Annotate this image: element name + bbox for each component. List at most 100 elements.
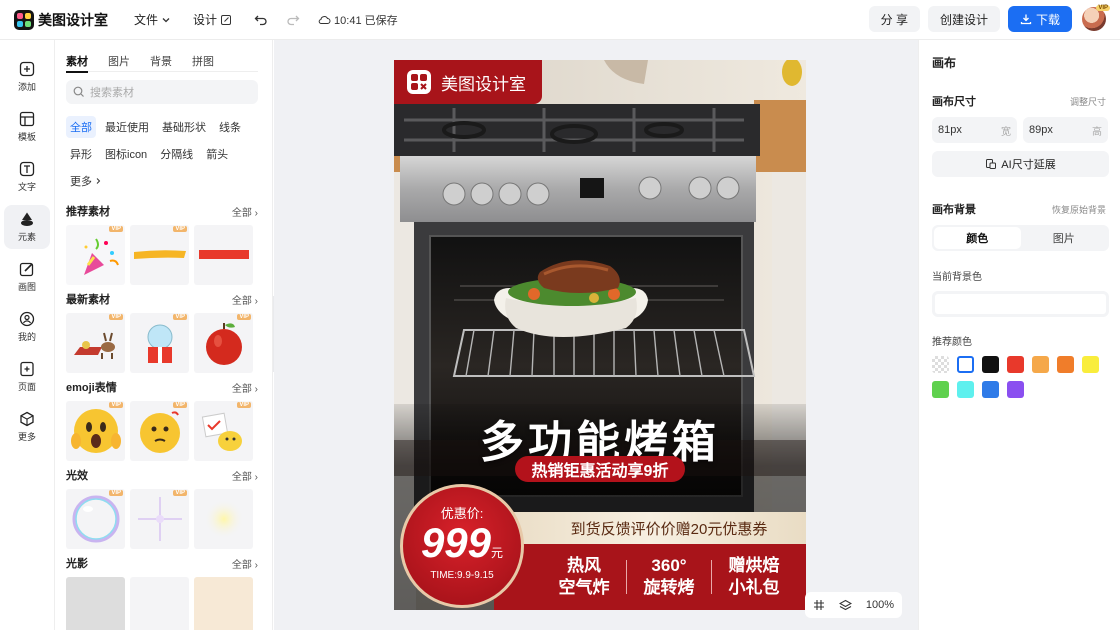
color-swatch[interactable]: [1057, 356, 1074, 373]
nav-templates[interactable]: 模板: [0, 102, 54, 152]
nav-text-label: 文字: [17, 182, 36, 192]
material-thumb[interactable]: [194, 577, 253, 630]
material-thumb[interactable]: VIP: [130, 489, 189, 549]
tab-materials[interactable]: 素材: [66, 53, 88, 73]
color-swatch[interactable]: [957, 356, 974, 373]
feedback-banner[interactable]: 到货反馈评价价赠20元优惠券: [494, 512, 806, 544]
bg-image-tab[interactable]: 图片: [1021, 227, 1108, 249]
undo-icon[interactable]: [254, 13, 268, 27]
width-field[interactable]: 81px 宽: [932, 117, 1017, 143]
see-all-link[interactable]: 全部 ›: [232, 556, 258, 571]
shapes-icon: [21, 212, 33, 226]
color-swatch[interactable]: [1007, 356, 1024, 373]
nav-pages[interactable]: 页面: [0, 352, 54, 402]
material-thumb[interactable]: VIP: [66, 401, 125, 461]
height-field[interactable]: 89px 高: [1023, 117, 1108, 143]
create-design-button[interactable]: 创建设计: [927, 6, 1000, 32]
adjust-size-link[interactable]: 调整尺寸: [1070, 95, 1106, 108]
chip-more[interactable]: 更多: [66, 170, 106, 192]
material-thumb[interactable]: [194, 225, 253, 285]
material-thumb[interactable]: VIP: [66, 225, 125, 285]
material-thumb[interactable]: VIP: [66, 313, 125, 373]
material-thumb[interactable]: VIP: [194, 313, 253, 373]
user-icon: [19, 311, 35, 327]
app-logo[interactable]: 美图设计室: [14, 9, 108, 30]
sparkle-icon: [138, 497, 182, 541]
design-menu[interactable]: 设计: [193, 11, 232, 28]
material-thumb[interactable]: [194, 489, 253, 549]
feature-line1: 360°: [651, 556, 687, 575]
material-thumb[interactable]: VIP: [66, 489, 125, 549]
zoom-level[interactable]: 100%: [866, 599, 894, 611]
poster-brand-badge[interactable]: 美图设计室: [394, 60, 542, 104]
color-swatch[interactable]: [982, 356, 999, 373]
layers-icon[interactable]: [838, 599, 852, 612]
chip-irregular[interactable]: 异形: [66, 143, 96, 165]
feature-line2: 旋转烤: [643, 578, 695, 597]
bg-color-tab[interactable]: 颜色: [934, 227, 1021, 249]
avatar[interactable]: VIP: [1082, 5, 1110, 31]
chip-icons[interactable]: 图标icon: [101, 143, 151, 165]
feature-hot-air[interactable]: 热风 空气炸: [542, 555, 626, 599]
file-menu[interactable]: 文件: [134, 11, 171, 28]
see-all-link[interactable]: 全部 ›: [232, 380, 258, 395]
transparent-swatch[interactable]: [932, 356, 949, 373]
chip-lines[interactable]: 线条: [215, 116, 245, 138]
download-button[interactable]: 下载: [1007, 6, 1072, 32]
download-icon: [1020, 14, 1032, 25]
color-swatch[interactable]: [1007, 381, 1024, 398]
panel-title: 画布: [932, 56, 957, 70]
chip-dividers[interactable]: 分隔线: [156, 143, 197, 165]
material-thumb[interactable]: VIP: [130, 401, 189, 461]
thinking-emoji-icon: [140, 411, 180, 453]
see-all-link[interactable]: 全部 ›: [232, 468, 258, 483]
tab-backgrounds[interactable]: 背景: [150, 53, 172, 72]
width-value: 81px: [938, 124, 962, 136]
see-all-link[interactable]: 全部 ›: [232, 204, 258, 219]
poster-canvas[interactable]: 美图设计室 多功能烤箱 热销钜惠活动享9折 到货反馈评价价赠20元优惠券 热风 …: [394, 60, 806, 610]
save-status: 10:41 已保存: [318, 12, 398, 28]
chip-recent[interactable]: 最近使用: [101, 116, 153, 138]
section-latest: 最新素材 全部 › VIP VIP VIP: [66, 291, 258, 373]
nav-more[interactable]: 更多: [0, 402, 54, 452]
tab-collage[interactable]: 拼图: [192, 53, 214, 72]
chip-basic-shapes[interactable]: 基础形状: [158, 116, 210, 138]
feature-rotisserie[interactable]: 360° 旋转烤: [627, 555, 711, 599]
more-cube-icon: [20, 411, 34, 427]
material-thumb[interactable]: [130, 577, 189, 630]
tab-images[interactable]: 图片: [108, 53, 130, 72]
search-input[interactable]: 搜索素材: [66, 80, 258, 104]
search-placeholder: 搜索素材: [90, 87, 134, 99]
share-button[interactable]: 分 享: [868, 6, 920, 32]
material-thumb[interactable]: [66, 577, 125, 630]
nav-draw[interactable]: 画图: [0, 252, 54, 302]
nav-add[interactable]: 添加: [0, 52, 54, 102]
nav-mine[interactable]: 我的: [0, 302, 54, 352]
current-bg-color[interactable]: [932, 291, 1109, 317]
chip-arrows[interactable]: 箭头: [202, 143, 232, 165]
grid-icon[interactable]: [813, 599, 825, 611]
color-swatch[interactable]: [982, 381, 999, 398]
color-swatch[interactable]: [1032, 356, 1049, 373]
chip-all[interactable]: 全部: [66, 116, 96, 138]
nav-elements[interactable]: 元素: [0, 202, 54, 252]
restore-bg-link[interactable]: 恢复原始背景: [1052, 203, 1106, 216]
nav-text[interactable]: 文字: [0, 152, 54, 202]
color-swatch[interactable]: [1082, 356, 1099, 373]
section-title: 推荐素材: [66, 206, 110, 218]
material-thumb[interactable]: VIP: [194, 401, 253, 461]
feature-gift-pack[interactable]: 赠烘焙 小礼包: [712, 555, 796, 599]
text-icon: [19, 161, 35, 177]
see-all-link[interactable]: 全部 ›: [232, 292, 258, 307]
ai-extend-button[interactable]: AI尺寸延展: [932, 151, 1109, 177]
color-swatch[interactable]: [957, 381, 974, 398]
poster-promo-tag[interactable]: 热销钜惠活动享9折: [515, 456, 685, 482]
canvas-area[interactable]: 美图设计室 多功能烤箱 热销钜惠活动享9折 到货反馈评价价赠20元优惠券 热风 …: [274, 40, 918, 630]
vip-badge: VIP: [237, 314, 251, 320]
price-circle[interactable]: 优惠价: 999元 TIME:9.9-9.15: [400, 484, 524, 608]
cloud-icon: [318, 15, 331, 24]
material-thumb[interactable]: VIP: [130, 313, 189, 373]
redo-icon[interactable]: [286, 13, 300, 27]
color-swatch[interactable]: [932, 381, 949, 398]
material-thumb[interactable]: VIP: [130, 225, 189, 285]
